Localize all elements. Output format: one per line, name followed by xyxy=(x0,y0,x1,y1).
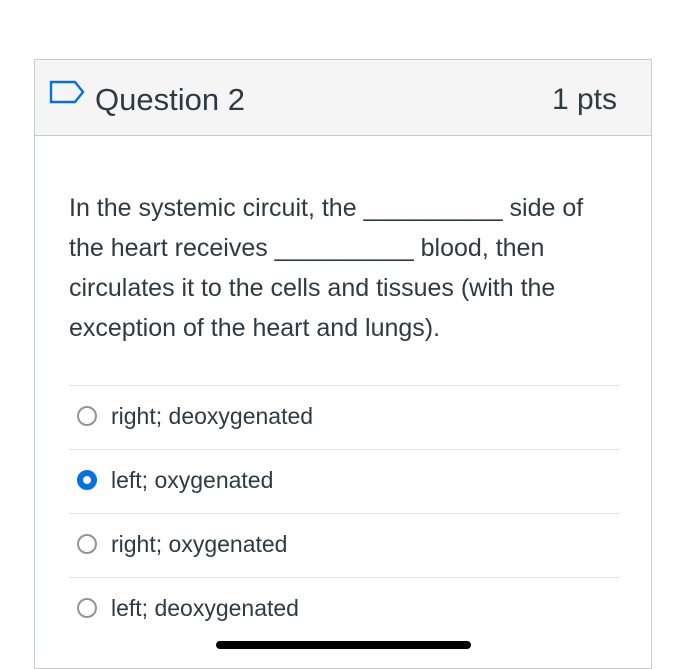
answer-label: right; oxygenated xyxy=(111,531,288,557)
answer-list: right; deoxygenated left; oxygenated rig… xyxy=(69,385,620,641)
radio-button[interactable] xyxy=(77,406,97,426)
radio-button[interactable] xyxy=(77,470,97,490)
flag-question-icon[interactable] xyxy=(49,80,85,104)
home-indicator xyxy=(216,641,471,649)
question-header: Question 2 1 pts xyxy=(35,60,651,136)
question-title: Question 2 xyxy=(95,82,245,117)
question-points: 1 pts xyxy=(551,83,617,116)
radio-button[interactable] xyxy=(77,534,97,554)
answer-option[interactable]: right; oxygenated xyxy=(69,513,620,577)
question-card: Question 2 1 pts In the systemic circuit… xyxy=(34,59,652,669)
question-text: In the systemic circuit, the __________ … xyxy=(69,194,584,342)
answer-option[interactable]: left; oxygenated xyxy=(69,449,620,513)
radio-button[interactable] xyxy=(77,598,97,618)
answer-label: left; oxygenated xyxy=(111,467,274,493)
answer-label: right; deoxygenated xyxy=(111,403,314,429)
answer-option[interactable]: right; deoxygenated xyxy=(69,385,620,449)
answer-option[interactable]: left; deoxygenated xyxy=(69,577,620,641)
answer-label: left; deoxygenated xyxy=(111,595,299,621)
